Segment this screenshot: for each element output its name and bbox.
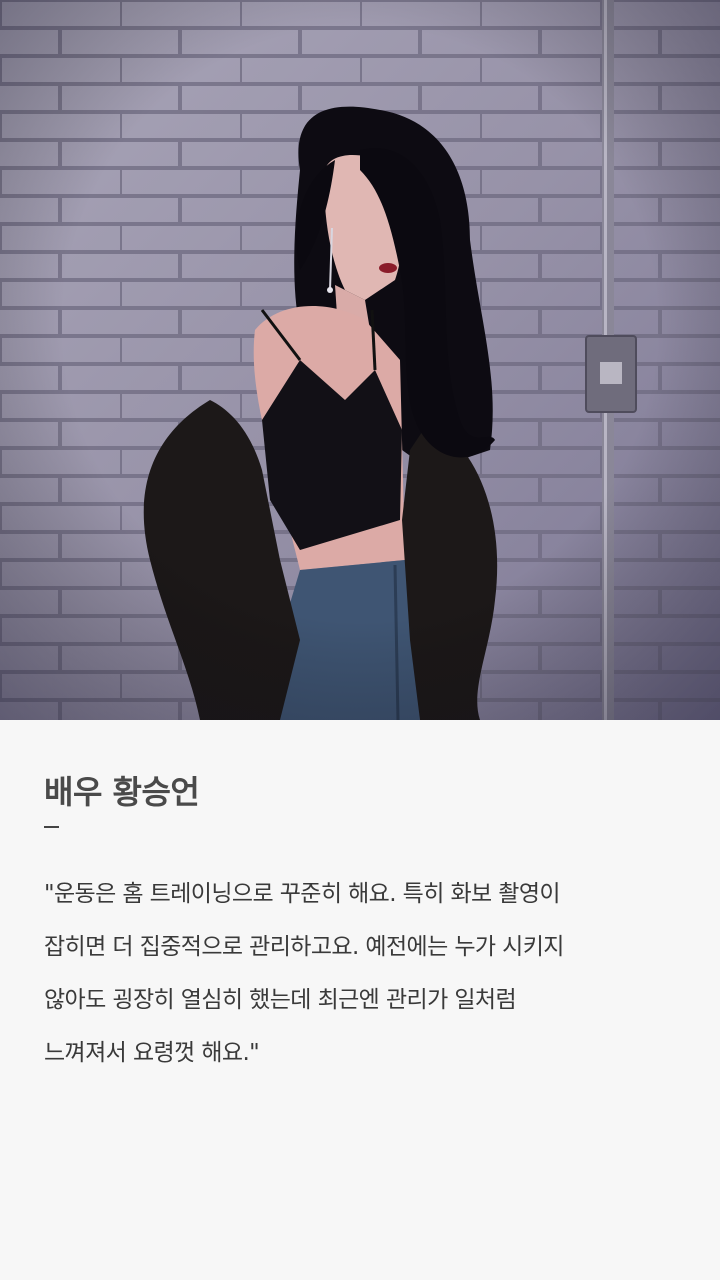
quote-paragraph: "운동은 홈 트레이닝으로 꾸준히 해요. 특히 화보 촬영이 잡히면 더 집중… <box>44 868 684 1080</box>
quote-line: "운동은 홈 트레이닝으로 꾸준히 해요. 특히 화보 촬영이 <box>44 881 561 907</box>
person-name: 배우 황승언 <box>44 773 200 811</box>
quote-line: 느껴져서 요령껏 해요." <box>44 1040 260 1066</box>
article-card: 배우 황승언 "운동은 홈 트레이닝으로 꾸준히 해요. 특히 화보 촬영이 잡… <box>0 0 720 1280</box>
quote-line: 잡히면 더 집중적으로 관리하고요. 예전에는 누가 시키지 <box>44 934 564 960</box>
divider-dash <box>44 826 59 828</box>
profile-photo <box>0 0 720 720</box>
quote-line: 않아도 굉장히 열심히 했는데 최근엔 관리가 일처럼 <box>44 987 517 1013</box>
text-section: 배우 황승언 "운동은 홈 트레이닝으로 꾸준히 해요. 특히 화보 촬영이 잡… <box>44 720 684 1080</box>
